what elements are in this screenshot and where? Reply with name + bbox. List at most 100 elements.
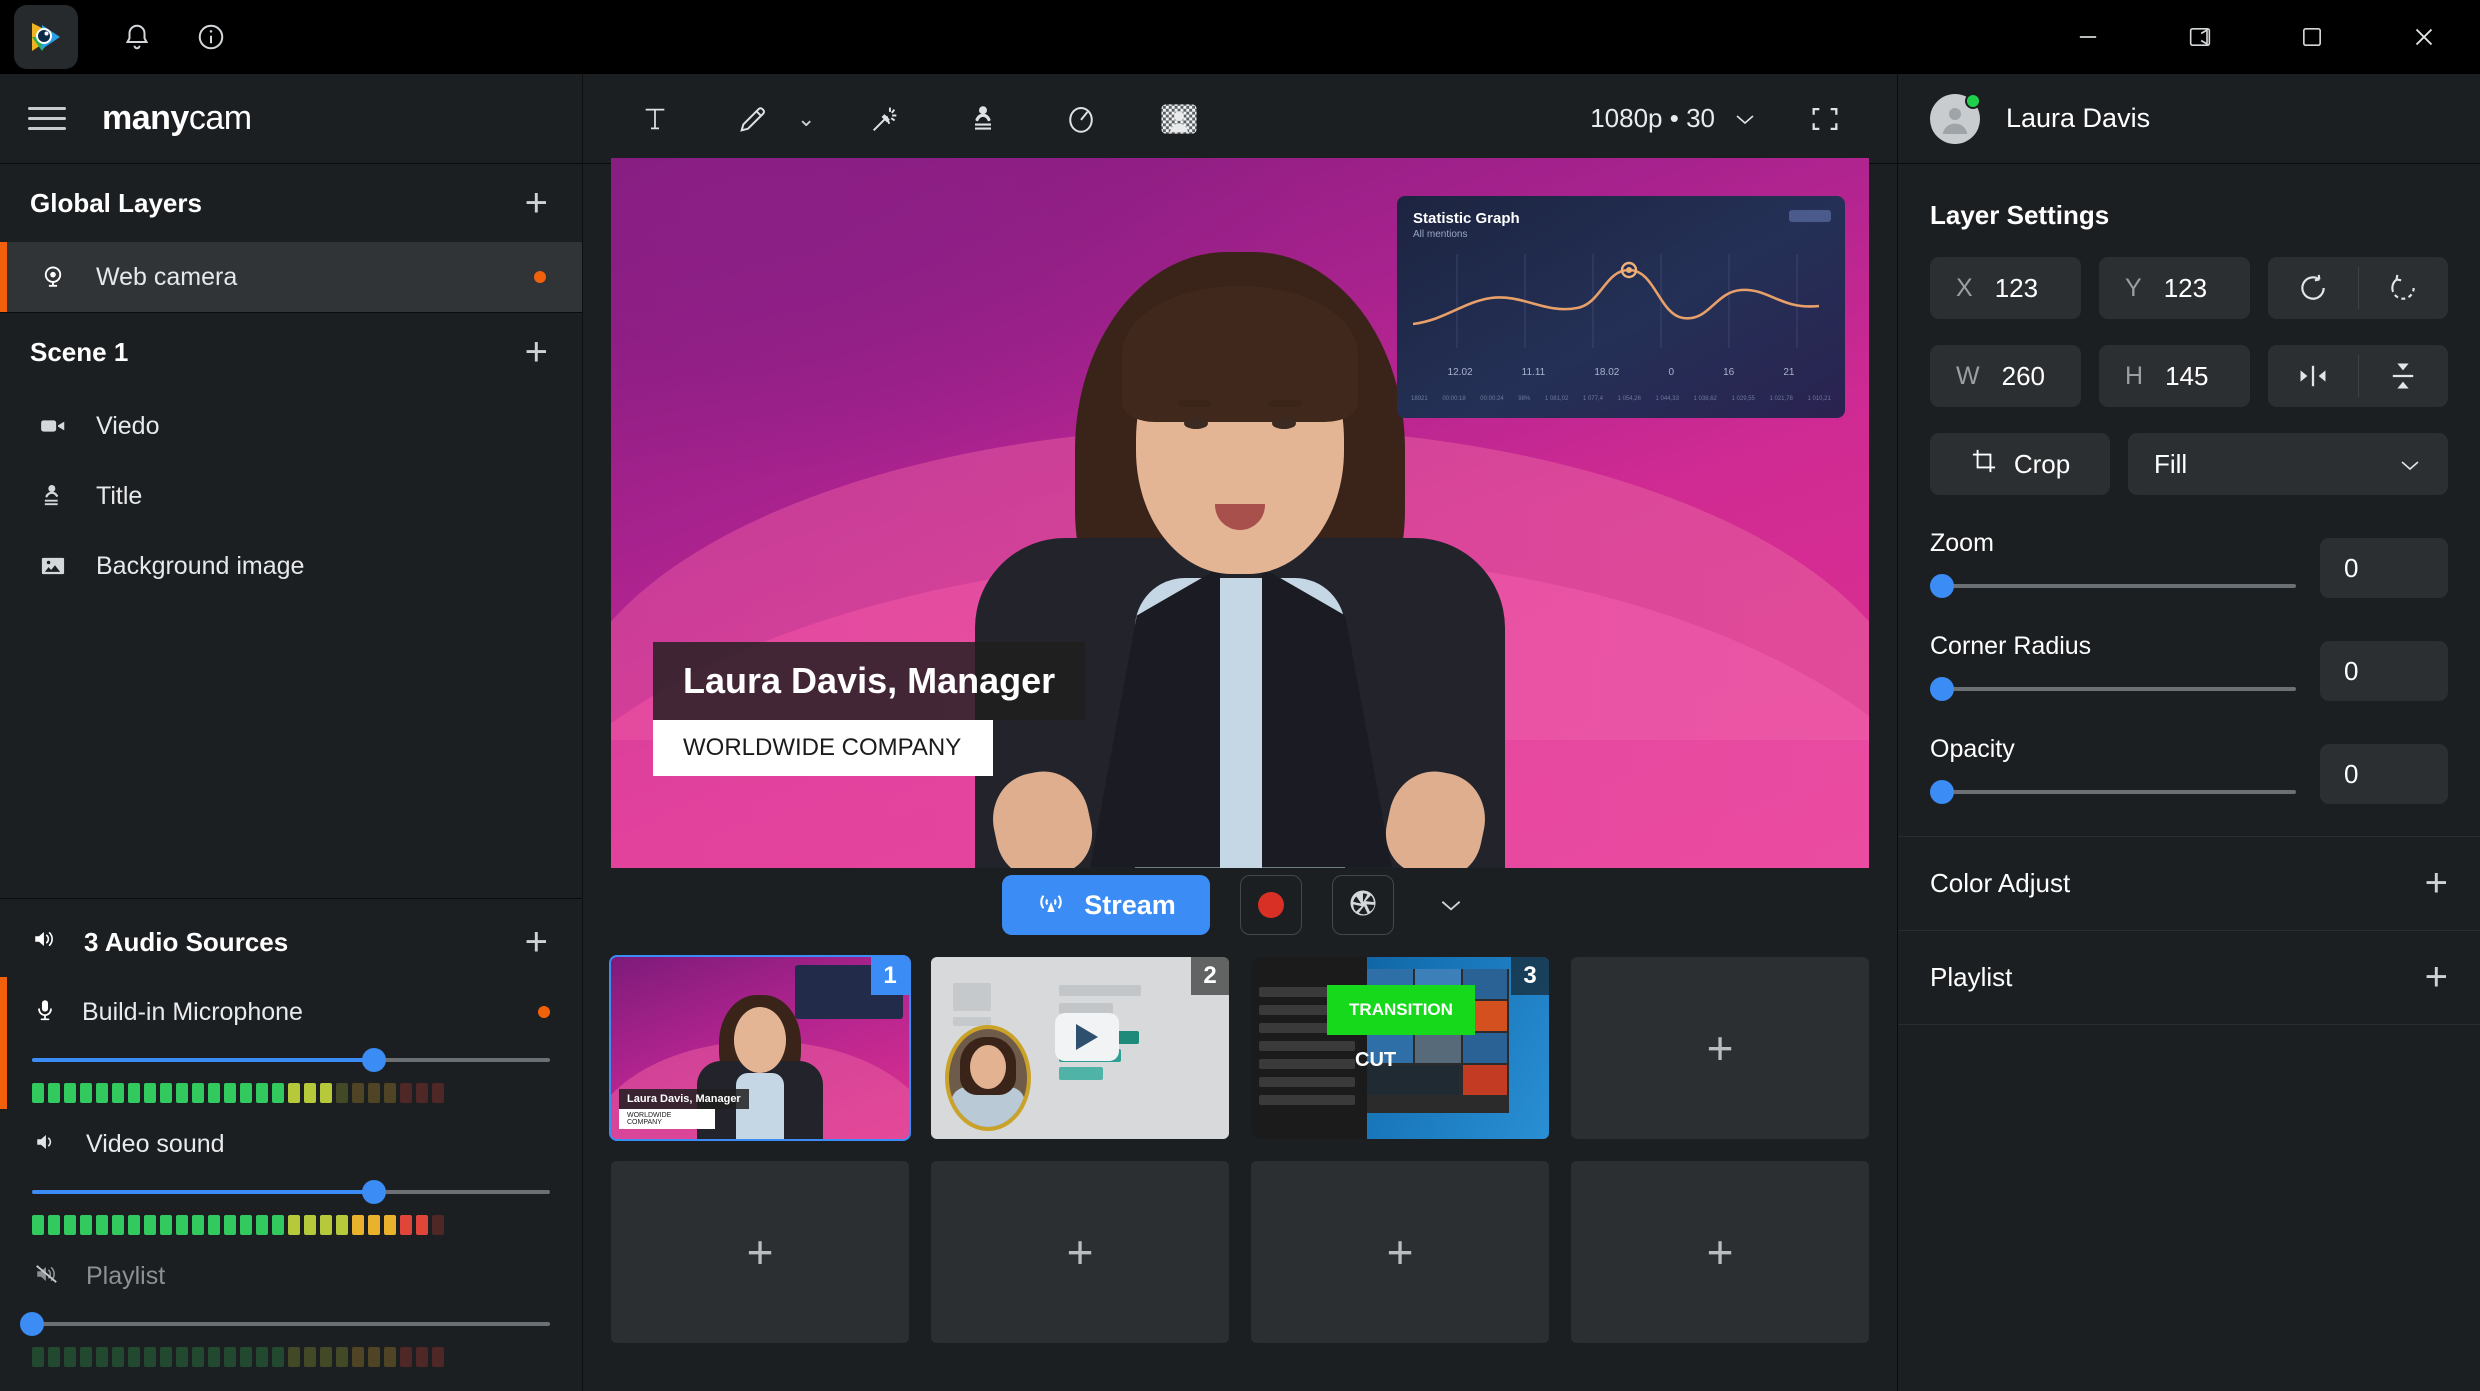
preset-add-slot[interactable]: + <box>931 1161 1229 1343</box>
overlay-chart-card[interactable]: Statistic Graph All mentions 12.02 11.11… <box>1397 195 1845 418</box>
slider-knob[interactable] <box>1930 574 1954 598</box>
audio-source-playlist[interactable]: Playlist <box>0 1249 582 1367</box>
info-circle-icon[interactable] <box>174 0 248 74</box>
meter-segment <box>304 1347 316 1367</box>
audio-source-built-in-microphone[interactable]: Build-in Microphone <box>0 977 582 1109</box>
sidebar-item-background-image[interactable]: Background image <box>0 531 582 601</box>
stream-more-options-button[interactable] <box>1424 875 1478 935</box>
speaker-muted-icon[interactable] <box>32 1261 62 1292</box>
speaker-icon[interactable] <box>32 1129 62 1160</box>
zoom-slider[interactable] <box>1930 574 2296 598</box>
microphone-icon[interactable] <box>32 996 58 1029</box>
restore-window-icon[interactable] <box>2144 0 2256 74</box>
preset-circular-video <box>945 1025 1031 1131</box>
slider-knob[interactable] <box>361 1180 386 1204</box>
meter-segment <box>112 1215 124 1235</box>
slider-knob[interactable] <box>1930 677 1954 701</box>
chevron-down-icon <box>2398 449 2422 480</box>
section-playlist[interactable]: Playlist + <box>1898 930 2480 1024</box>
opacity-slider[interactable] <box>1930 780 2296 804</box>
add-playlist-button[interactable]: + <box>2425 955 2448 1000</box>
slider-track <box>1930 687 2296 691</box>
preset-lower-third: Laura Davis, Manager WORLDWIDE COMPANY <box>619 1089 749 1129</box>
rotate-right-icon[interactable] <box>2359 257 2449 319</box>
audio-source-row: Video sound <box>0 1117 550 1171</box>
crop-label: Crop <box>2013 448 2071 479</box>
x-position-field[interactable]: X 123 <box>1930 257 2081 319</box>
resolution-selector[interactable]: 1080p • 30 <box>1590 103 1757 134</box>
preset-thumbnail-3[interactable]: TRANSITION CUT 3 <box>1251 957 1549 1139</box>
live-preview[interactable]: Statistic Graph All mentions 12.02 11.11… <box>611 157 1869 868</box>
sidebar-item-viedo[interactable]: Viedo <box>0 391 582 461</box>
opacity-value-field[interactable]: 0 <box>2320 744 2448 804</box>
brand-bar: manycam <box>0 74 582 164</box>
meter-segment <box>368 1347 380 1367</box>
overlay-chart-subtitle: All mentions <box>1413 228 1468 240</box>
volume-slider-video-sound[interactable] <box>32 1179 550 1205</box>
corner-radius-slider[interactable] <box>1930 677 2296 701</box>
corner-radius-value-field[interactable]: 0 <box>2320 641 2448 701</box>
meter-segment <box>160 1083 172 1103</box>
pencil-icon[interactable] <box>725 91 781 147</box>
crop-button[interactable]: Crop <box>1930 433 2110 495</box>
user-bar[interactable]: Laura Davis <box>1898 74 2480 164</box>
meter-segment <box>320 1215 332 1235</box>
text-icon[interactable] <box>627 91 683 147</box>
preset-add-slot[interactable]: + <box>1251 1161 1549 1343</box>
meter-segment <box>80 1347 92 1367</box>
section-label: Color Adjust <box>1930 868 2071 898</box>
height-field[interactable]: H 145 <box>2099 345 2250 407</box>
add-audio-source-button[interactable]: + <box>521 922 552 962</box>
flip-vertical-icon[interactable] <box>2359 345 2449 407</box>
audio-source-video-sound[interactable]: Video sound <box>0 1117 582 1235</box>
width-field[interactable]: W 260 <box>1930 345 2081 407</box>
brand-bold: many <box>102 99 189 137</box>
preset-bar <box>1059 985 1141 996</box>
rotate-left-icon[interactable] <box>2268 257 2358 319</box>
footer-item: 00:00:18 <box>1442 395 1466 402</box>
close-icon[interactable] <box>2368 0 2480 74</box>
snapshot-button[interactable] <box>1331 875 1394 935</box>
play-icon <box>1055 1013 1119 1061</box>
preset-add-slot[interactable]: + <box>611 1161 909 1343</box>
volume-slider-built-in-microphone[interactable] <box>32 1047 550 1073</box>
lower-third-name: Laura Davis, Manager <box>653 641 1086 720</box>
slider-knob[interactable] <box>361 1048 386 1072</box>
sidebar-item-web-camera[interactable]: Web camera <box>0 242 582 312</box>
lower-third-icon <box>36 482 70 510</box>
presenter-brow-right <box>1268 399 1302 407</box>
add-color-adjust-button[interactable]: + <box>2425 861 2448 906</box>
preset-thumbnail-2[interactable]: 2 <box>931 957 1229 1139</box>
y-position-field[interactable]: Y 123 <box>2099 257 2250 319</box>
chevron-down-icon[interactable]: ⌄ <box>797 106 815 132</box>
flip-horizontal-icon[interactable] <box>2268 345 2358 407</box>
volume-slider-playlist[interactable] <box>20 1311 550 1337</box>
hamburger-menu-icon[interactable] <box>28 107 66 130</box>
manycam-logo-icon[interactable] <box>14 5 78 69</box>
add-global-layer-button[interactable]: + <box>521 183 552 223</box>
stream-button[interactable]: Stream <box>1002 875 1210 935</box>
sidebar-item-title[interactable]: Title <box>0 461 582 531</box>
slider-knob[interactable] <box>20 1312 44 1336</box>
maximize-icon[interactable] <box>2256 0 2368 74</box>
fullscreen-icon[interactable] <box>1797 91 1853 147</box>
lower-third-icon[interactable] <box>955 91 1011 147</box>
preset-add-slot[interactable]: + <box>1571 1161 1869 1343</box>
bell-icon[interactable] <box>100 0 174 74</box>
footer-item: 1 010,21 <box>1807 395 1831 402</box>
section-color-adjust[interactable]: Color Adjust + <box>1898 836 2480 930</box>
fit-mode-select[interactable]: Fill <box>2128 433 2448 495</box>
lower-third-overlay[interactable]: Laura Davis, Manager WORLDWIDE COMPANY <box>653 641 1086 776</box>
preset-thumbnail-1[interactable]: Laura Davis, Manager WORLDWIDE COMPANY 1 <box>609 955 911 1141</box>
x-value: 123 <box>1994 272 2039 303</box>
meter-segment <box>128 1083 140 1103</box>
slider-knob[interactable] <box>1930 780 1954 804</box>
stopwatch-icon[interactable] <box>1053 91 1109 147</box>
add-scene-layer-button[interactable]: + <box>521 332 552 372</box>
chroma-key-icon[interactable] <box>1151 91 1207 147</box>
zoom-value-field[interactable]: 0 <box>2320 538 2448 598</box>
preset-add-slot[interactable]: + <box>1571 957 1869 1139</box>
magic-wand-icon[interactable] <box>857 91 913 147</box>
record-button[interactable] <box>1239 875 1302 935</box>
minimize-icon[interactable] <box>2032 0 2144 74</box>
